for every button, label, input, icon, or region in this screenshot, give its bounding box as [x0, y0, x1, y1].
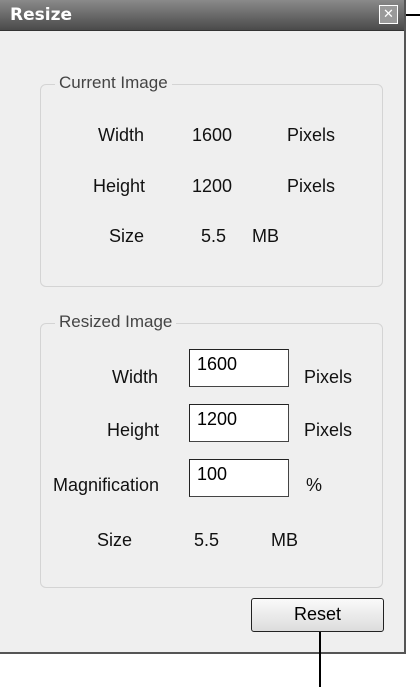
close-icon: ✕: [383, 7, 394, 22]
resize-dialog: Resize ✕ Current Image Width 1600 Pixels…: [0, 0, 406, 654]
current-image-legend: Current Image: [55, 73, 172, 93]
resized-size-label: Size: [97, 530, 133, 550]
resized-size-unit: MB: [271, 530, 298, 550]
current-height-label: Height: [93, 176, 146, 196]
current-image-group: Current Image Width 1600 Pixels Height 1…: [40, 73, 383, 287]
magnification-label: Magnification: [53, 475, 160, 495]
current-height-value: 1200: [192, 176, 233, 196]
current-width-value: 1600: [192, 125, 233, 145]
width-input[interactable]: 1600: [189, 349, 289, 387]
current-width-unit: Pixels: [287, 125, 336, 145]
resized-size-value: 5.5: [194, 530, 220, 550]
current-height-unit: Pixels: [287, 176, 336, 196]
resized-image-legend: Resized Image: [55, 312, 177, 332]
reset-button[interactable]: Reset: [251, 598, 384, 632]
current-width-label: Width: [98, 125, 145, 145]
callout-line-reset: [319, 632, 321, 687]
current-size-value: 5.5: [201, 226, 227, 246]
dialog-title: Resize: [10, 5, 72, 25]
resized-image-group: Resized Image Width 1600 Pixels Height 1…: [40, 312, 383, 588]
close-button[interactable]: ✕: [379, 5, 398, 24]
magnification-input[interactable]: 100: [189, 459, 289, 497]
callout-line-close: [406, 14, 420, 16]
title-bar[interactable]: Resize ✕: [0, 0, 404, 31]
resized-height-label: Height: [107, 420, 160, 440]
current-size-label: Size: [109, 226, 145, 246]
current-size-unit: MB: [252, 226, 279, 246]
resized-width-label: Width: [112, 367, 159, 387]
magnification-unit: %: [306, 475, 323, 495]
resized-height-unit: Pixels: [304, 420, 353, 440]
height-input[interactable]: 1200: [189, 404, 289, 442]
resized-width-unit: Pixels: [304, 367, 353, 387]
